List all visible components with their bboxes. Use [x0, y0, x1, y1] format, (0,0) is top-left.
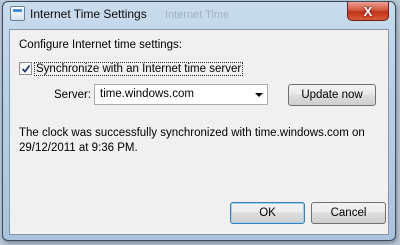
- update-now-button[interactable]: Update now: [288, 84, 376, 106]
- dialog-heading: Configure Internet time settings:: [19, 39, 182, 51]
- background-window-ghost-text: Internet Time: [165, 9, 230, 21]
- sync-status-message: The clock was successfully synchronized …: [19, 126, 369, 156]
- status-line-2: 29/12/2011 at 9:36 PM.: [19, 142, 138, 154]
- dropdown-arrow-icon[interactable]: [255, 93, 263, 97]
- title-bar[interactable]: Internet Time Settings Internet Time X: [3, 2, 395, 28]
- window-app-icon: [10, 6, 25, 21]
- cancel-button[interactable]: Cancel: [311, 202, 386, 224]
- status-line-1: The clock was successfully synchronized …: [19, 127, 365, 139]
- ok-button[interactable]: OK: [230, 202, 305, 224]
- sync-checkbox[interactable]: [19, 62, 32, 75]
- window-title: Internet Time Settings: [30, 7, 147, 21]
- checkmark-icon: [21, 64, 31, 73]
- server-combobox[interactable]: time.windows.com: [94, 84, 268, 105]
- internet-time-settings-window: Internet Time Settings Internet Time X C…: [2, 1, 396, 241]
- server-label: Server:: [54, 89, 92, 101]
- sync-checkbox-row[interactable]: Synchronize with an Internet time server: [19, 61, 244, 76]
- sync-checkbox-label[interactable]: Synchronize with an Internet time server: [33, 61, 244, 76]
- server-value[interactable]: time.windows.com: [100, 88, 194, 100]
- close-button[interactable]: X: [347, 2, 389, 21]
- close-icon: X: [363, 3, 373, 19]
- dialog-client-area: Configure Internet time settings: Synchr…: [9, 29, 389, 235]
